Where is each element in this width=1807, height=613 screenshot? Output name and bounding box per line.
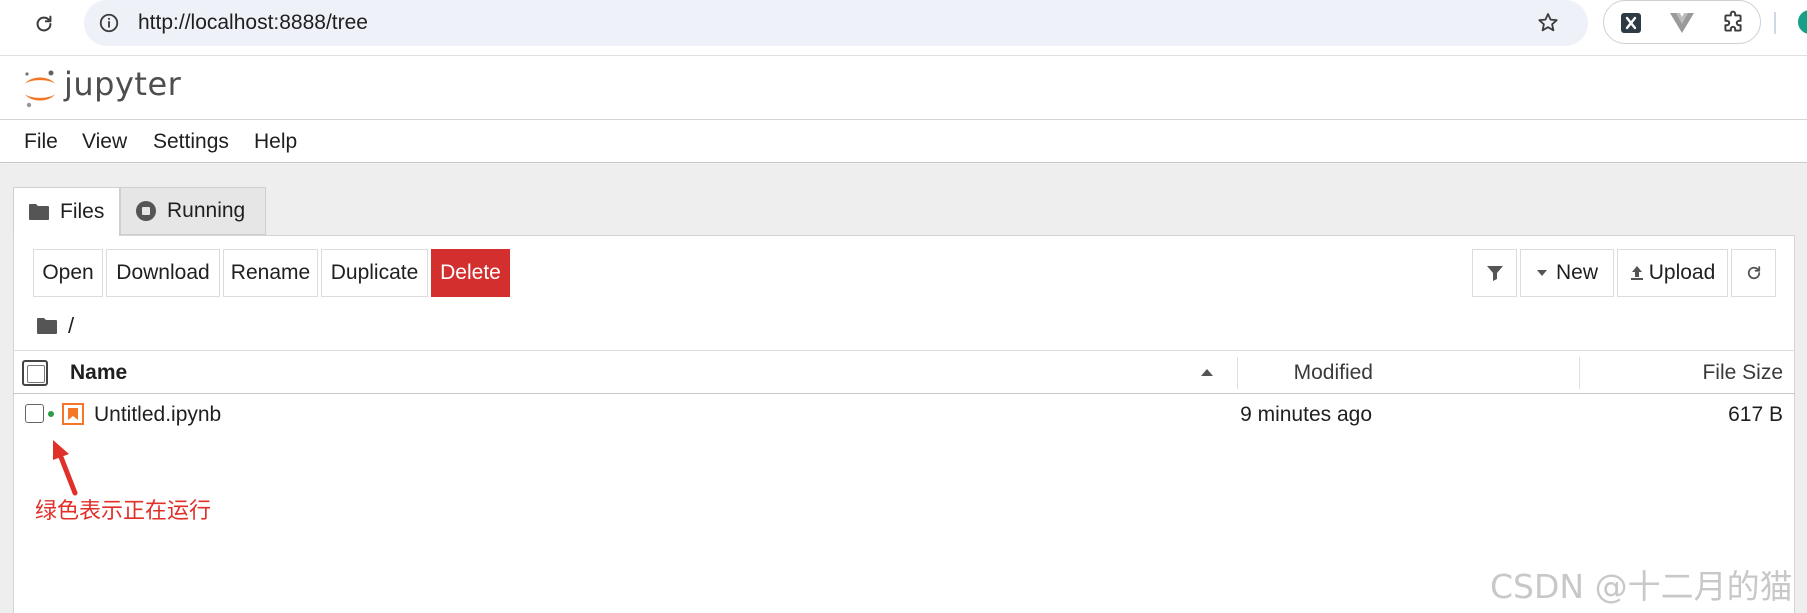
tab-files-label: Files [60,200,105,223]
menu-bar: File View Settings Help [0,120,1807,163]
sort-ascending-icon[interactable] [1199,365,1215,379]
new-button-label: New [1555,261,1598,284]
menu-file[interactable]: File [24,130,58,154]
extensions-puzzle-icon[interactable] [1718,8,1748,38]
browser-toolbar: http://localhost:8888/tree [0,0,1807,56]
watermark: CSDN @十二月的猫 [1490,567,1793,606]
address-bar[interactable]: http://localhost:8888/tree [84,0,1588,46]
row-checkbox[interactable] [25,404,44,423]
rename-button[interactable]: Rename [223,249,318,297]
url-text[interactable]: http://localhost:8888/tree [138,10,368,36]
select-all-checkbox[interactable] [22,360,48,386]
jupyter-header: jupyter [0,57,1807,120]
annotation-arrow-icon [45,438,85,496]
breadcrumb-path[interactable]: / [68,313,74,339]
refresh-icon [1745,264,1763,282]
running-stop-icon [135,200,157,222]
menu-settings[interactable]: Settings [153,130,229,154]
vue-devtools-icon[interactable] [1667,8,1697,38]
jupyter-logo-icon[interactable] [20,67,60,111]
tab-files[interactable]: Files [13,187,120,236]
delete-button[interactable]: Delete [431,249,510,297]
annotation-text: 绿色表示正在运行 [35,499,212,524]
file-size: 617 B [1728,403,1783,426]
notebook-icon [62,403,84,425]
menu-view[interactable]: View [82,130,127,154]
file-list-header: Name Modified File Size [13,350,1795,394]
new-button[interactable]: New [1520,249,1614,297]
column-divider[interactable] [1237,357,1238,389]
folder-icon [28,203,50,221]
refresh-button[interactable] [1731,249,1776,297]
column-modified[interactable]: Modified [1294,361,1373,385]
upload-button-label: Upload [1648,261,1716,284]
open-button[interactable]: Open [33,249,103,297]
home-folder-icon[interactable] [36,317,58,335]
file-name[interactable]: Untitled.ipynb [94,403,221,427]
excel-extension-icon[interactable] [1616,8,1646,38]
bookmark-star-icon[interactable] [1534,9,1562,37]
jupyter-wordmark: jupyter [64,65,182,103]
tab-running[interactable]: Running [120,187,266,235]
download-button[interactable]: Download [106,249,220,297]
duplicate-button[interactable]: Duplicate [321,249,428,297]
toolbar-separator [1774,12,1776,34]
column-file-size[interactable]: File Size [1702,361,1783,385]
tab-running-label: Running [167,199,246,222]
menu-help[interactable]: Help [254,130,297,154]
breadcrumb: / [36,311,74,341]
site-info-icon[interactable] [96,10,122,36]
caret-down-icon [1536,269,1548,277]
upload-icon [1630,265,1644,281]
profile-avatar[interactable] [1798,10,1807,34]
running-indicator-dot [48,411,54,417]
upload-button[interactable]: Upload [1617,249,1728,297]
filter-button[interactable] [1472,249,1517,297]
file-modified: 9 minutes ago [1240,403,1372,426]
reload-icon[interactable] [28,8,60,40]
filter-icon [1486,264,1504,282]
column-name[interactable]: Name [70,361,127,385]
column-divider[interactable] [1579,357,1580,389]
table-row[interactable]: Untitled.ipynb 9 minutes ago 617 B [13,395,1795,433]
extensions-group [1603,0,1761,44]
